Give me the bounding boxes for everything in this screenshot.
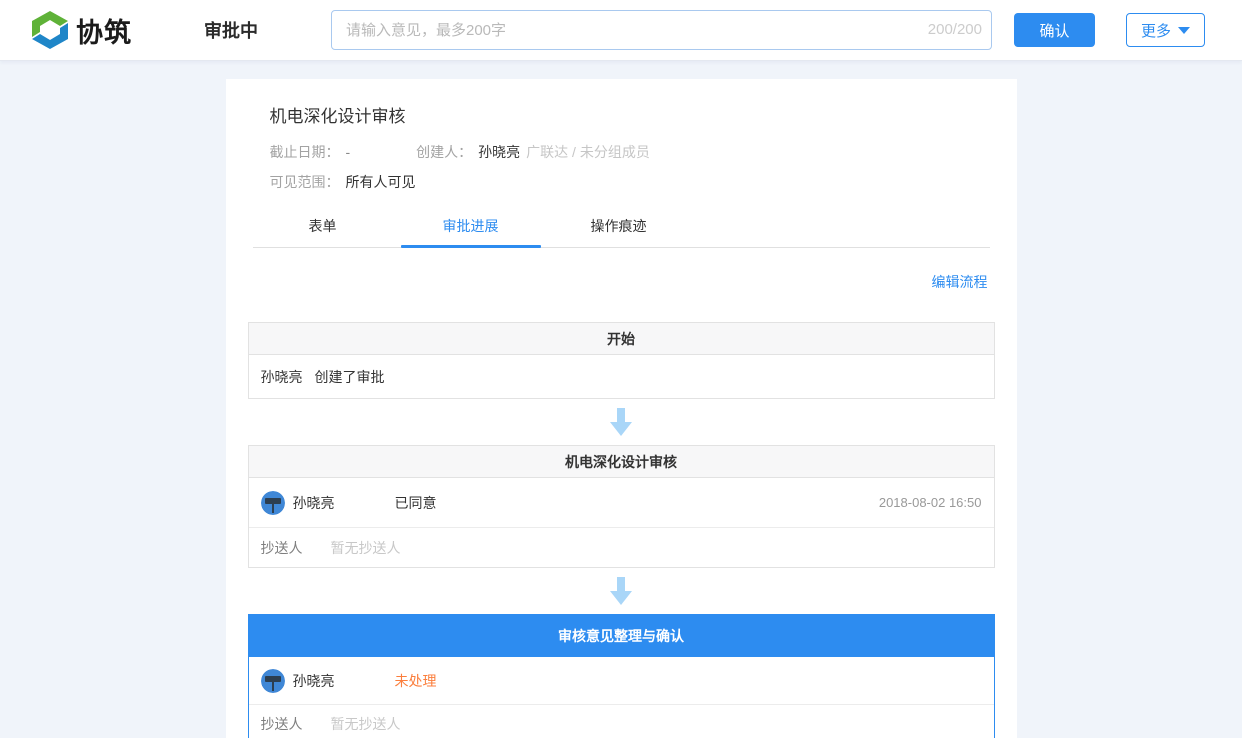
cc-label: 抄送人	[261, 538, 303, 558]
tab-operation-history[interactable]: 操作痕迹	[549, 209, 689, 247]
flow-node-step-2-current: 审核意见整理与确认 孙晓亮 未处理 抄送人 暂无抄送人	[248, 614, 995, 738]
char-counter: 200/200	[928, 10, 982, 50]
detail-tabs: 表单 审批进展 操作痕迹	[253, 209, 990, 248]
approval-flow: 开始 孙晓亮创建了审批 机电深化设计审核	[248, 322, 995, 738]
brand-name: 协筑	[76, 11, 132, 50]
step-2-title: 审核意见整理与确认	[249, 615, 994, 657]
chevron-down-icon	[1178, 27, 1190, 34]
comment-input[interactable]	[331, 10, 992, 50]
step-1-time: 2018-08-02 16:50	[879, 495, 982, 510]
tab-form[interactable]: 表单	[253, 209, 393, 247]
more-button[interactable]: 更多	[1126, 13, 1205, 47]
creator-label: 创建人：	[416, 144, 472, 160]
start-node-content: 孙晓亮创建了审批	[249, 355, 994, 398]
flow-connector	[248, 399, 995, 445]
more-button-label: 更多	[1141, 20, 1171, 41]
step-1-approver-name: 孙晓亮	[293, 493, 395, 513]
step-2-approver-name: 孙晓亮	[293, 671, 395, 691]
flow-node-step-1: 机电深化设计审核 孙晓亮 已同意 2018-08-02 16:50 抄送人 暂无…	[248, 445, 995, 568]
step-1-title: 机电深化设计审核	[249, 446, 994, 478]
visibility-value: 所有人可见	[346, 174, 416, 190]
deadline-label: 截止日期：	[270, 144, 340, 160]
brand-logo[interactable]: 协筑	[30, 10, 132, 50]
start-creator-name: 孙晓亮	[261, 367, 303, 387]
visibility-label: 可见范围：	[270, 174, 340, 190]
top-bar: 协筑 审批中 200/200 确认 更多	[0, 0, 1242, 61]
step-2-approver-row: 孙晓亮 未处理	[249, 657, 994, 705]
meta-row-deadline-creator: 截止日期：- 创建人： 孙晓亮广联达 / 未分组成员	[270, 137, 973, 167]
creator-org: 广联达 / 未分组成员	[526, 144, 650, 160]
arrow-down-icon	[609, 577, 633, 605]
deadline-value: -	[346, 144, 351, 160]
edit-flow-link[interactable]: 编辑流程	[932, 274, 988, 290]
cc-value: 暂无抄送人	[331, 714, 401, 734]
arrow-down-icon	[609, 408, 633, 436]
step-2-cc-row: 抄送人 暂无抄送人	[249, 705, 994, 738]
flow-connector	[248, 568, 995, 614]
cc-value: 暂无抄送人	[331, 538, 401, 558]
step-2-status: 未处理	[395, 671, 437, 691]
meta-row-visibility: 可见范围： 所有人可见	[270, 167, 973, 197]
start-node-title: 开始	[249, 323, 994, 355]
approval-status-title: 审批中	[204, 17, 258, 43]
approval-meta: 截止日期：- 创建人： 孙晓亮广联达 / 未分组成员 可见范围： 所有人可见	[226, 127, 1017, 197]
edit-flow-row: 编辑流程	[255, 272, 988, 292]
xiezhu-logo-icon	[30, 10, 70, 50]
start-action-text: 创建了审批	[315, 367, 385, 387]
confirm-button[interactable]: 确认	[1014, 13, 1095, 47]
approval-detail-card: 机电深化设计审核 截止日期：-创建人：孙晓亮广联达 / 未分组成员 可见范围：所…	[226, 79, 1017, 738]
flow-node-start: 开始 孙晓亮创建了审批	[248, 322, 995, 399]
cc-label: 抄送人	[261, 714, 303, 734]
approval-title: 机电深化设计审核	[226, 79, 1017, 127]
creator-name: 孙晓亮	[478, 144, 520, 160]
comment-input-wrap: 200/200	[331, 10, 992, 50]
avatar	[261, 669, 285, 693]
step-1-status: 已同意	[395, 493, 437, 513]
step-1-approver-row: 孙晓亮 已同意 2018-08-02 16:50	[249, 478, 994, 528]
tab-approval-progress[interactable]: 审批进展	[401, 209, 541, 247]
step-1-cc-row: 抄送人 暂无抄送人	[249, 528, 994, 567]
avatar	[261, 491, 285, 515]
